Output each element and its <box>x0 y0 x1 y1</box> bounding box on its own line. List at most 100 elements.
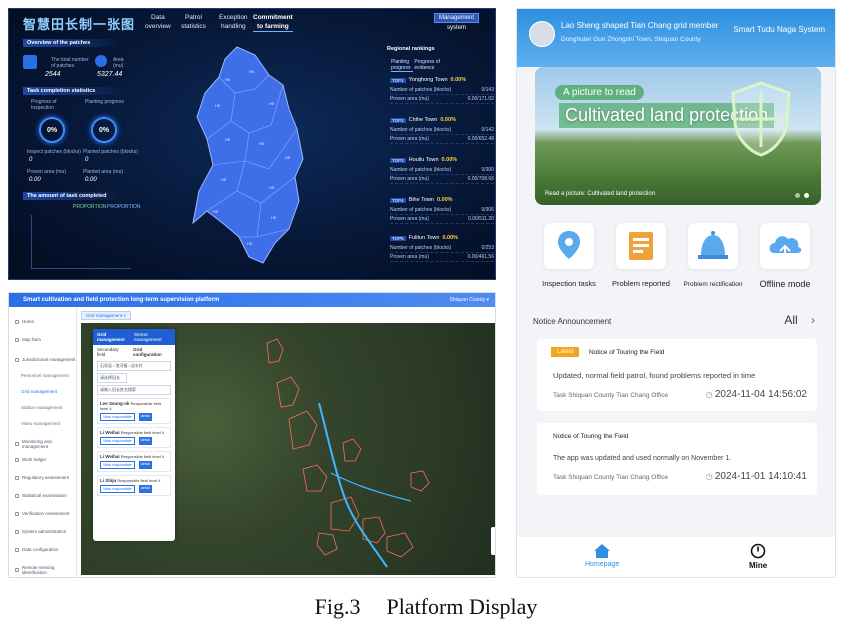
field-head-card[interactable]: Li Shiju Responsible field level 4 View … <box>97 475 171 496</box>
field-head-card[interactable]: Li Weihai Responsible field level 4 View… <box>97 451 171 472</box>
inspection-tasks-button[interactable]: Inspection tasks <box>539 223 599 288</box>
town-percent: 0.00% <box>440 117 456 123</box>
notice-office: Task Shiquan County Tian Chang Office <box>553 474 669 481</box>
legend-proportion-2: PROPORTION <box>107 204 141 210</box>
sidebar-item-monitoring[interactable]: Monitoring and management <box>15 439 76 449</box>
view-responsible-button[interactable]: View responsible <box>100 461 135 469</box>
detail-button[interactable]: detail <box>138 485 152 493</box>
cloud-upload-icon <box>769 236 802 261</box>
ranking-town-4[interactable]: TOP4 Bihe Town 0.00% Number of patches (bl… <box>390 197 494 224</box>
map-label: HE <box>285 155 291 160</box>
sidebar-item-map-farm[interactable]: Map farm <box>15 337 41 342</box>
ranking-town-2[interactable]: TOP2 Chihe Town 0.00% Number of patches (b… <box>390 117 494 144</box>
patch-label: Number of patches (blocks) <box>390 87 452 93</box>
clock-icon: ◷ <box>705 472 715 481</box>
area-label: Proven area (mu) <box>390 216 429 222</box>
nav-commitment-farming[interactable]: Commitment to farming <box>253 13 293 32</box>
rank-tag: TOP2 <box>390 117 406 123</box>
management-sub: system <box>446 25 466 31</box>
tab-homepage[interactable]: Homepage <box>585 543 619 568</box>
tab-evidence-progress[interactable]: Progress of evidence <box>414 59 440 71</box>
task-title: Task completion statistics <box>23 87 123 95</box>
ranking-town-5[interactable]: TOP5 Fulitun Town 0.00% Number of patches … <box>390 235 494 262</box>
map-label: HE <box>225 77 231 82</box>
avatar[interactable] <box>529 21 555 47</box>
sidebar-item-grid[interactable]: Grid management <box>21 389 57 394</box>
nav-data-overview[interactable]: Data overview <box>145 13 171 31</box>
zoom-control[interactable] <box>491 527 495 555</box>
carousel-dot-active[interactable] <box>804 193 809 198</box>
area-value: 0.00/461.56 <box>467 254 494 260</box>
county-map[interactable]: HE HE HE HE HE HE HE HE HE HE HE HE <box>185 41 315 271</box>
view-responsible-button[interactable]: View responsible <box>100 437 135 445</box>
patch-label: Number of patches (blocks) <box>390 127 452 133</box>
user-menu[interactable]: Shiquan County ▾ <box>450 297 489 303</box>
town-name: Houliu Town <box>408 157 439 163</box>
mobile-header: Lao Sheng shaped Tian Chang grid member … <box>517 9 835 67</box>
map-label: HE <box>259 141 265 146</box>
banner-carousel[interactable]: A picture to read Cultivated land protec… <box>535 67 821 205</box>
sidebar-item-personnel[interactable]: Personnel management <box>21 373 69 378</box>
view-all-link[interactable]: All › <box>784 313 815 327</box>
database-icon <box>15 547 19 552</box>
area-value: 0.00/511.20 <box>467 216 494 222</box>
notice-card[interactable]: Notice of Touring the Field The app was … <box>537 423 817 495</box>
field-head-select[interactable]: 请选择田长 <box>97 373 127 383</box>
tab-grid-mgmt[interactable]: Grid management <box>97 332 130 342</box>
field-head-search[interactable]: 请输入田长姓名搜索 <box>97 385 171 395</box>
field-head-card[interactable]: Li Weihai Responsible field level 4 View… <box>97 427 171 448</box>
problem-reported-button[interactable]: Problem reported <box>611 223 671 288</box>
patch-label: Number of patches (blocks) <box>390 245 452 251</box>
patch-label: Number of patches (blocks) <box>390 167 452 173</box>
nav-exception-handling[interactable]: Exception handling <box>219 13 248 31</box>
user-circle-icon <box>750 543 766 559</box>
inspect-patch-value: 0 <box>29 157 33 163</box>
field-head-card[interactable]: Lee Seung-ok Responsible field level 4 V… <box>97 398 171 424</box>
ranking-town-3[interactable]: TOP3 Houliu Town 0.00% Number of patches (… <box>390 157 494 184</box>
region-select[interactable]: 石泉县 / 池河镇 / 迎丰村 <box>97 361 171 371</box>
detail-button[interactable]: detail <box>138 437 152 445</box>
sidebar-item-verification[interactable]: Verification Assessment <box>15 511 70 516</box>
town-percent: 0.00% <box>442 235 459 241</box>
tab-secondary-field[interactable]: Secondary field <box>97 347 127 357</box>
tab-grid-config[interactable]: Grid configuration <box>133 347 171 357</box>
ranking-town-1[interactable]: TOP1 Yonghong Town 0.00% Number of patches… <box>390 77 494 104</box>
management-system[interactable]: Management system <box>433 13 479 31</box>
sidebar-item-remote-sensing[interactable]: Remote sensing identification <box>15 565 76 575</box>
inspect-patch-label: Inspect patches (blocks) <box>27 149 81 155</box>
sidebar-item-system[interactable]: System administration <box>15 529 66 534</box>
inspection-progress-ring: 0% <box>39 117 65 143</box>
field-head-name: Li Weihai <box>100 454 120 459</box>
sidebar-item-work-ledger[interactable]: Work ledger <box>15 457 46 462</box>
tab-mine[interactable]: Mine <box>749 543 767 570</box>
figure-caption: Fig.3 Platform Display <box>0 594 852 620</box>
patch-value: 0/300 <box>481 167 494 173</box>
sidebar-item-home[interactable]: Home <box>15 319 34 324</box>
management-button[interactable]: Management <box>433 13 479 23</box>
sidebar-item-jurisdiction[interactable]: Jurisdictional management <box>15 357 76 362</box>
amount-title: The amount of task completed <box>23 192 123 200</box>
problem-rectification-label: Problem rectification <box>683 281 743 288</box>
sidebar-item-statistical[interactable]: Statistical examination <box>15 493 67 498</box>
problem-rectification-button[interactable]: Problem rectification <box>683 223 743 288</box>
map-label: HE <box>215 103 221 108</box>
satellite-icon <box>15 568 19 572</box>
detail-button[interactable]: detail <box>138 413 152 421</box>
nav-patrol-statistics[interactable]: Patrol statistics <box>181 13 206 31</box>
sidebar-item-data-config[interactable]: Data configuration <box>15 547 59 552</box>
tab-planting-progress[interactable]: Planting progress <box>391 59 413 72</box>
notice-title: Notice Announcement <box>533 317 612 326</box>
view-responsible-button[interactable]: View responsible <box>100 485 135 493</box>
sidebar-item-regulatory[interactable]: Regulatory assessment <box>15 475 69 480</box>
notice-card[interactable]: Latest Notice of Touring the Field Updat… <box>537 339 817 411</box>
detail-button[interactable]: detail <box>138 461 152 469</box>
sidebar-item-video[interactable]: Video management <box>21 421 60 426</box>
carousel-dot[interactable] <box>795 193 800 198</box>
sidebar-item-station[interactable]: Station management <box>21 405 63 410</box>
offline-mode-button[interactable]: Offline mode <box>755 223 815 289</box>
tab-grid-management[interactable]: Grid management × <box>81 311 131 320</box>
view-responsible-button[interactable]: View responsible <box>100 413 135 421</box>
carousel-dots[interactable] <box>795 193 809 198</box>
tab-sector-mgmt[interactable]: Sector management <box>134 332 171 342</box>
total-patches-value: 2544 <box>45 71 61 78</box>
